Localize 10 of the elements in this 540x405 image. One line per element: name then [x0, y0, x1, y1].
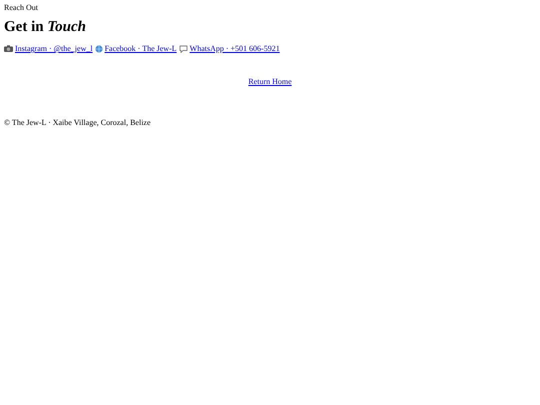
globe-icon — [94, 44, 103, 52]
speech-bubble-icon — [178, 44, 188, 52]
contact-link[interactable]: Facebook · The Jew-L — [104, 44, 177, 53]
eyebrow-text: Reach Out — [4, 3, 38, 12]
camera-icon — [4, 45, 13, 52]
contact-link[interactable]: Instagram · @the_jew_l — [15, 44, 93, 53]
page-heading: Get in Touch — [4, 19, 87, 36]
return-home-link[interactable]: Return Home — [248, 77, 292, 86]
contact-link[interactable]: WhatsApp · +501 606-5921 — [190, 44, 280, 53]
footer-text: © The Jew-L · Xaibe Village, Corozal, Belize — [4, 118, 152, 127]
